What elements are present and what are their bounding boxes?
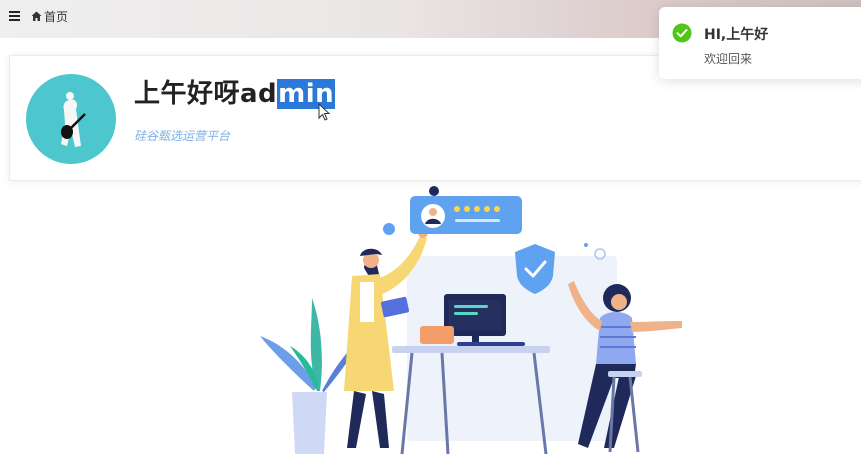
toast-message: 欢迎回来 (704, 52, 753, 66)
greeting-prefix: 上午好呀ad (134, 79, 278, 109)
mouse-cursor-icon (318, 103, 331, 121)
platform-subtitle: 硅谷甄选运营平台 (134, 129, 231, 143)
success-check-icon (672, 23, 692, 43)
home-icon (31, 11, 42, 21)
welcome-illustration (260, 186, 682, 455)
breadcrumb[interactable]: 首页 (31, 9, 69, 24)
menu-toggle-icon[interactable] (8, 9, 22, 23)
review-card-illustration (383, 186, 522, 235)
avatar[interactable] (26, 74, 116, 164)
toast-title: HI,上午好 (704, 27, 769, 43)
greeting-text: 上午好呀admin (134, 73, 336, 110)
welcome-toast[interactable]: HI,上午好 欢迎回来 (659, 7, 861, 79)
breadcrumb-home-label: 首页 (44, 9, 69, 24)
avatar-figure-icon (61, 92, 86, 147)
